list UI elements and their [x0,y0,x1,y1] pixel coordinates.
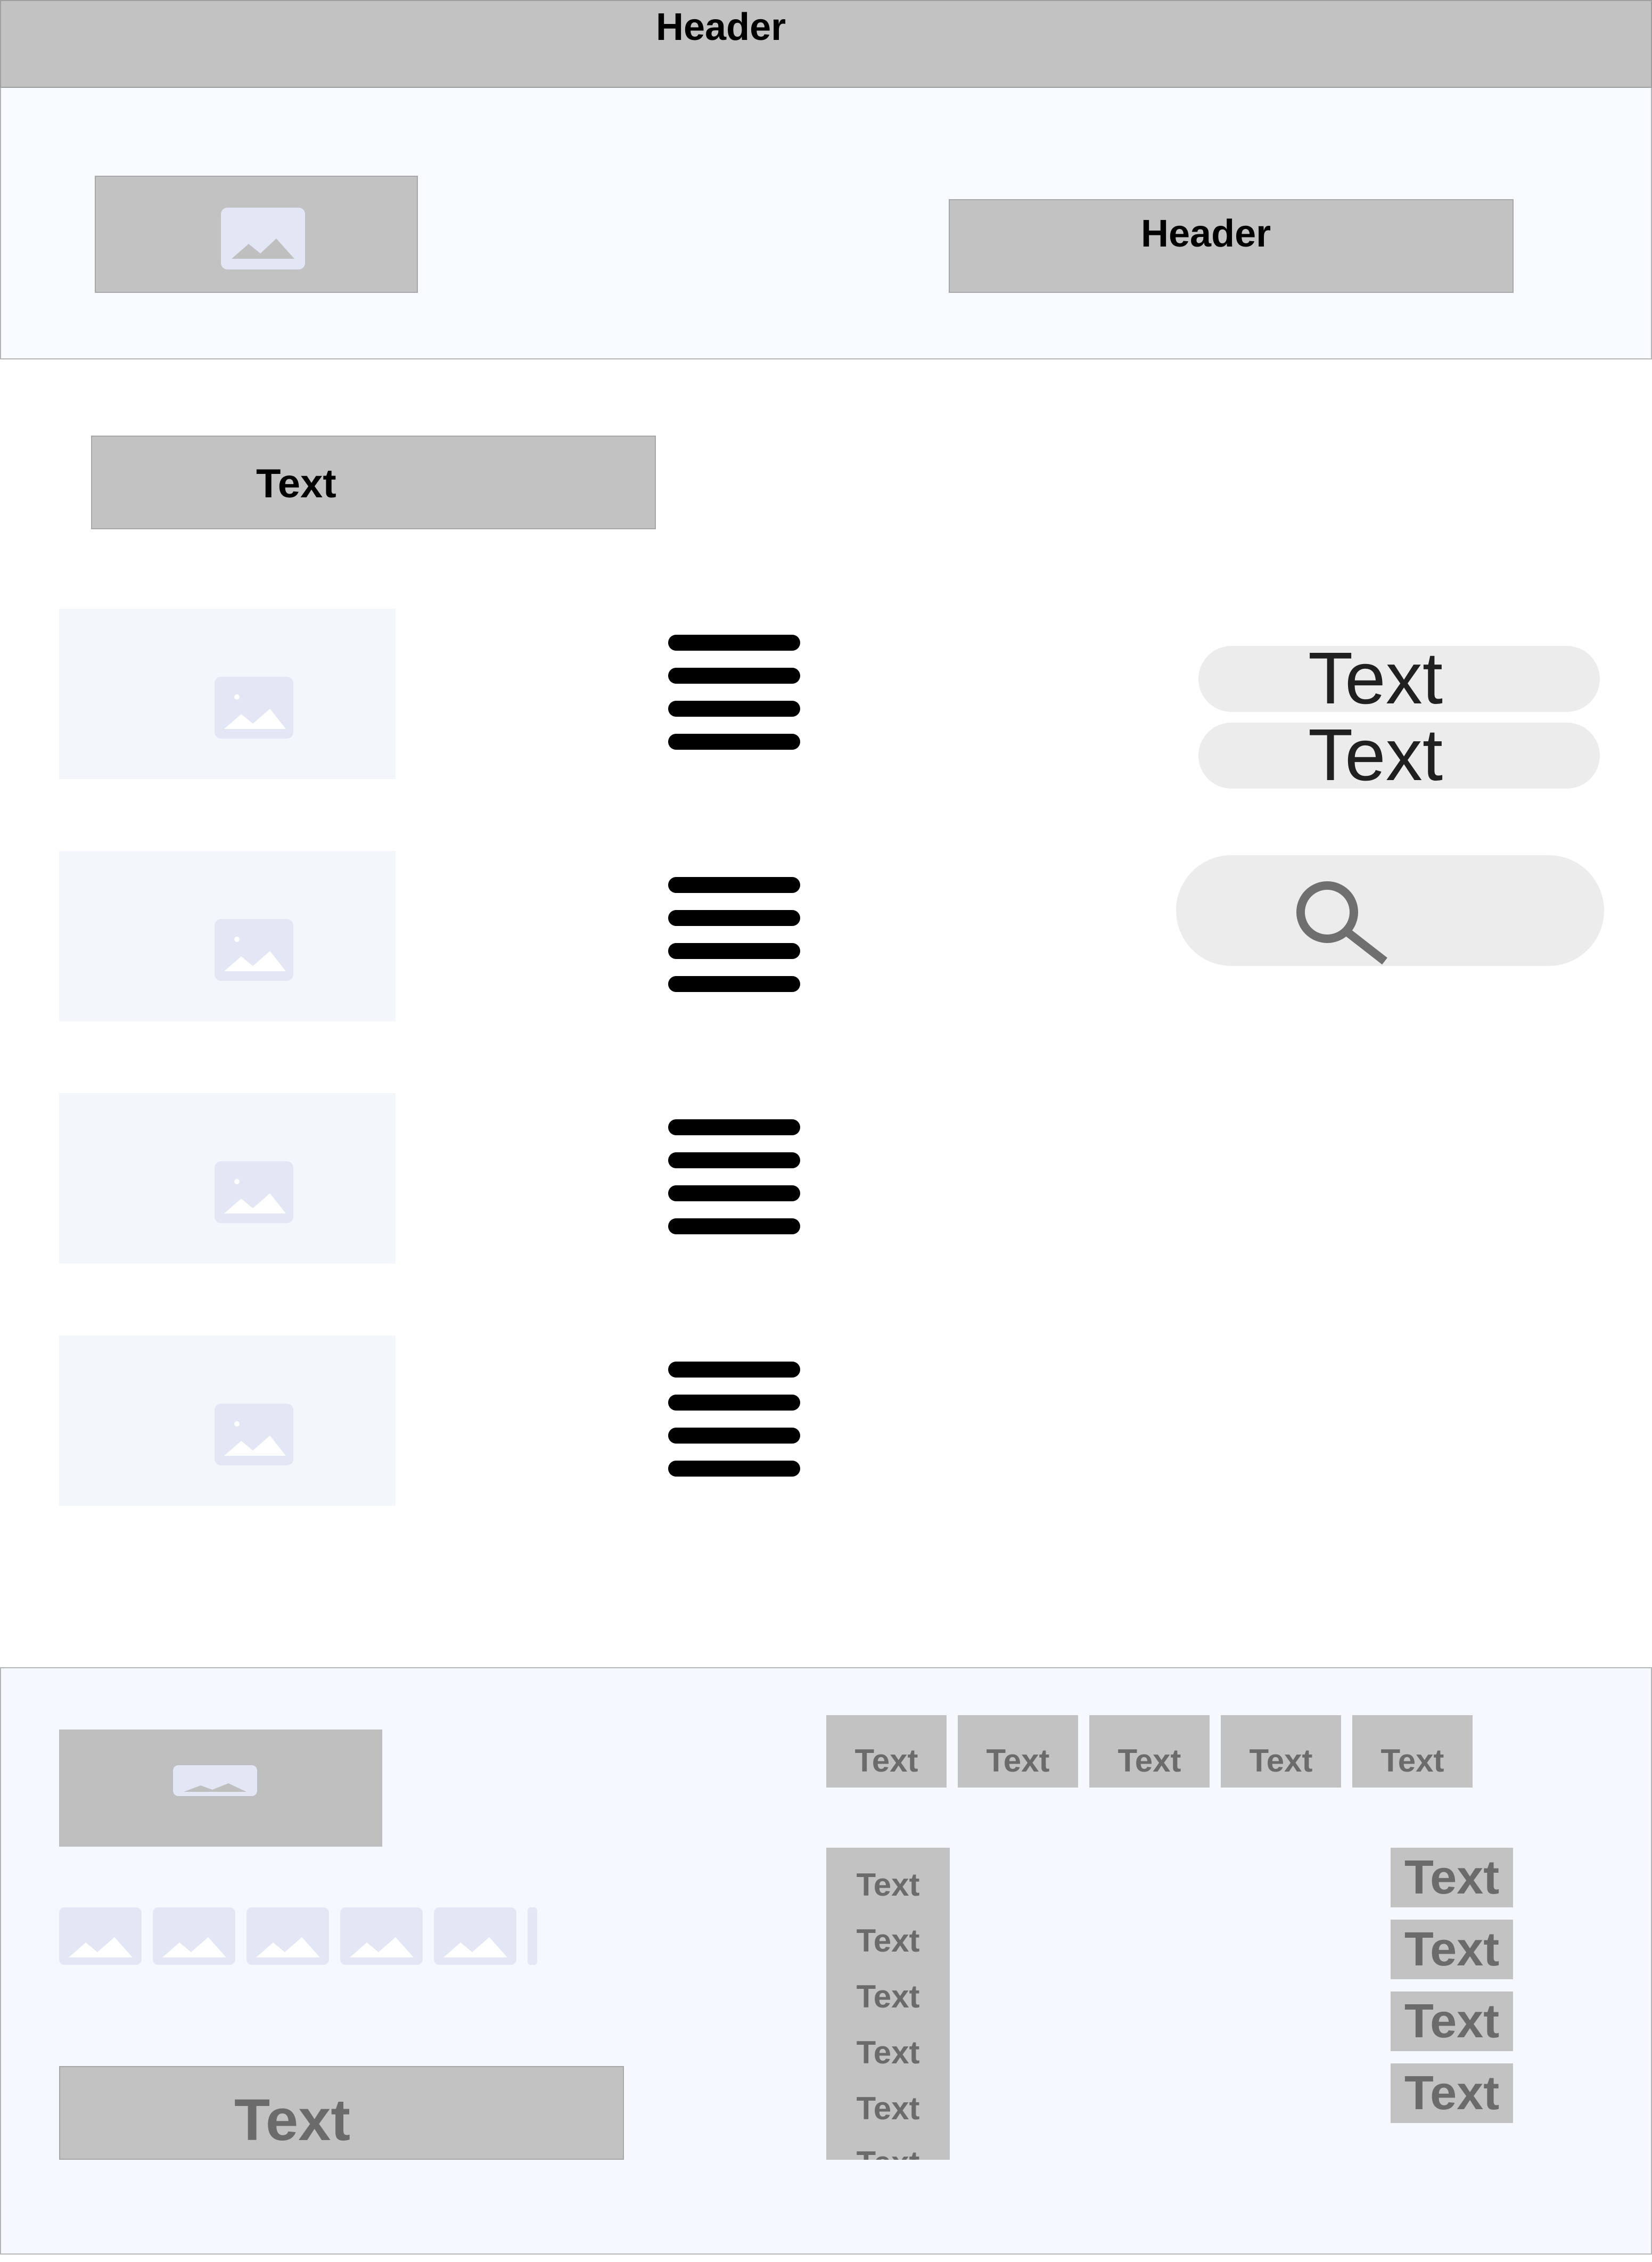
hamburger-line [668,1218,800,1234]
hamburger-menu-icon[interactable] [668,635,800,752]
hamburger-line [668,1119,800,1135]
hamburger-line [668,635,800,651]
image-icon [434,1907,516,1965]
image-icon [59,1907,142,1965]
hamburger-line [668,1185,800,1201]
hamburger-line [668,1428,800,1444]
footer-nav-tab-label: Text [854,1743,918,1779]
footer-side-link[interactable]: Text [1391,2063,1513,2123]
footer-link[interactable]: Text [826,1869,950,1901]
social-icon[interactable] [153,1907,235,1965]
image-icon [215,677,293,739]
footer-nav-tab-label: Text [1117,1743,1181,1779]
footer-side-link-label: Text [1404,2067,1500,2120]
footer-nav-tab-label: Text [986,1743,1050,1779]
hamburger-line [668,1362,800,1378]
top-header-bar [0,0,1652,88]
footer-link[interactable]: Text [826,2037,950,2069]
image-icon [173,1765,257,1796]
hamburger-line [668,877,800,893]
footer-side-link[interactable]: Text [1391,1848,1513,1907]
footer-nav-tab-label: Text [1380,1743,1444,1779]
image-icon [215,919,293,981]
hamburger-menu-icon[interactable] [668,877,800,994]
footer-logo [59,1730,382,1847]
social-icon[interactable] [59,1907,142,1965]
footer-link-column: Text Text Text Text Text Text [826,1848,950,2160]
footer-link[interactable]: Text [826,2147,950,2160]
list-item-image [59,1093,396,1264]
footer-nav-tab[interactable]: Text [1089,1715,1210,1788]
footer-nav-tab-label: Text [1249,1743,1313,1779]
list-item-image [59,609,396,779]
hero-header-label: Header [1141,212,1271,255]
hamburger-line [668,701,800,717]
image-icon [153,1907,235,1965]
hamburger-menu-icon[interactable] [668,1362,800,1479]
hamburger-menu-icon[interactable] [668,1119,800,1236]
hamburger-line [668,734,800,750]
hero-image [95,176,418,293]
image-icon [246,1907,329,1965]
hamburger-line [668,910,800,926]
image-icon [215,1404,293,1465]
social-icon[interactable] [434,1907,516,1965]
footer-side-link-label: Text [1404,1923,1500,1976]
text-block-label: Text [256,461,336,506]
page-title: Header [656,6,786,48]
social-icon[interactable] [340,1907,423,1965]
search-icon[interactable] [1290,880,1391,965]
footer-side-link[interactable]: Text [1391,1991,1513,2051]
hamburger-line [668,1152,800,1168]
list-item-image [59,1335,396,1506]
footer-nav-tab[interactable]: Text [1221,1715,1341,1788]
footer-side-link-label: Text [1404,1851,1500,1904]
text-block [91,436,656,529]
image-icon [340,1907,423,1965]
social-icon-partial [528,1907,537,1965]
image-icon [215,1161,293,1223]
hamburger-line [668,943,800,959]
footer-link[interactable]: Text [826,1981,950,2013]
text-pill-1-label: Text [1308,637,1443,719]
text-pill-2-label: Text [1308,714,1443,796]
hamburger-line [668,1461,800,1477]
social-icon[interactable] [246,1907,329,1965]
footer-side-link-label: Text [1404,1995,1500,2048]
footer-nav-tab[interactable]: Text [958,1715,1078,1788]
footer-cta-label: Text [234,2087,351,2153]
footer-nav-tab[interactable]: Text [826,1715,947,1788]
hamburger-line [668,668,800,684]
footer-side-link[interactable]: Text [1391,1920,1513,1979]
hamburger-line [668,976,800,992]
image-icon [221,208,305,269]
footer-nav-tab[interactable]: Text [1352,1715,1473,1788]
footer-link[interactable]: Text [826,1925,950,1957]
hamburger-line [668,1395,800,1411]
list-item-image [59,851,396,1021]
footer-link[interactable]: Text [826,2093,950,2125]
